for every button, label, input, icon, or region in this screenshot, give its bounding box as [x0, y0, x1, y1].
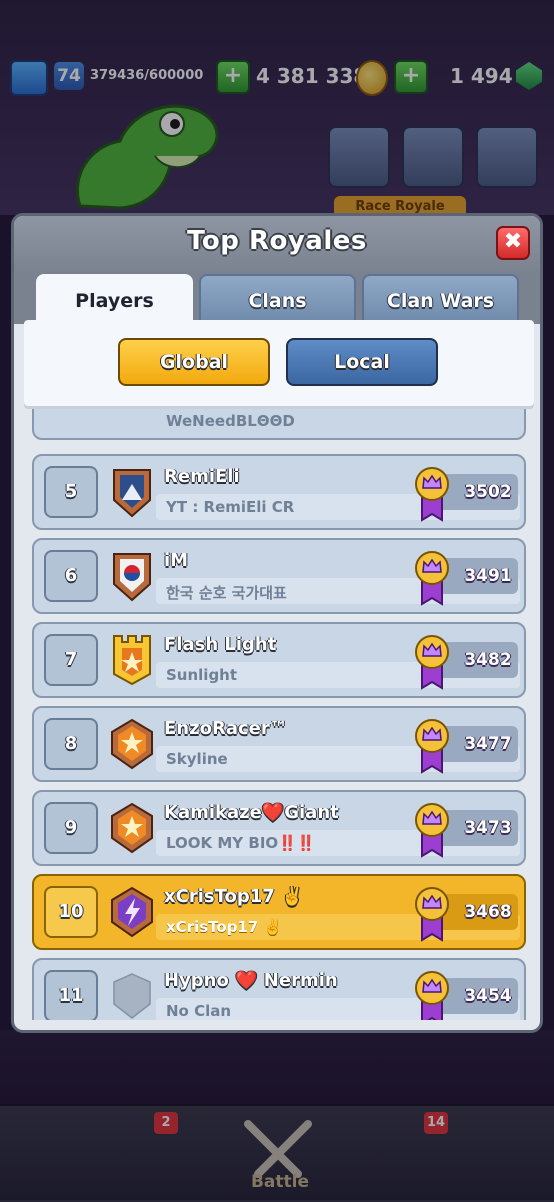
modal-title: Top Royales	[187, 226, 367, 256]
trophy-count: 3502	[464, 482, 512, 502]
player-name: iM	[164, 550, 189, 571]
region-filter-panel: Global Local	[24, 320, 534, 406]
rank-number: 9	[44, 802, 98, 854]
table-row[interactable]: 7 Flash Light Sunlight 3482	[32, 622, 526, 698]
leaderboard-list[interactable]: WeNeedBLΘΘD 5 RemiEli YT : RemiEli CR 35…	[24, 408, 534, 1020]
tab-clan-wars[interactable]: Clan Wars	[362, 274, 519, 324]
top-royales-modal: Top Royales ✖ Players Clans Clan Wars We…	[11, 213, 543, 1033]
table-row[interactable]: 11 Hypno ❤️ Nermin No Clan 3454	[32, 958, 526, 1020]
table-row[interactable]: 5 RemiEli YT : RemiEli CR 3502	[32, 454, 526, 530]
player-name: Kamikaze❤️Giant	[164, 802, 339, 823]
table-row[interactable]: 10 xCrisTop17 ✌️ xCrisTop17 ✌️ 3468	[32, 874, 526, 950]
trophy-count: 3482	[464, 650, 512, 670]
trophy-count: 3454	[464, 986, 512, 1006]
blue-mountain-badge-icon	[113, 469, 151, 518]
table-row[interactable]: 9 Kamikaze❤️Giant LOOK MY BIO‼️‼️ 3473	[32, 790, 526, 866]
player-name: Flash Light	[164, 634, 277, 655]
crown-medal-icon	[415, 971, 449, 1020]
table-row[interactable]: 6 iM 한국 순호 국가대표 3491	[32, 538, 526, 614]
local-filter-button[interactable]: Local	[286, 338, 438, 386]
clan-name: LOOK MY BIO‼️‼️	[166, 834, 316, 852]
rank-number: 7	[44, 634, 98, 686]
crown-medal-icon	[415, 803, 449, 858]
korea-flag-badge-icon	[113, 553, 151, 602]
trophy-count: 3477	[464, 734, 512, 754]
player-name: Hypno ❤️ Nermin	[164, 970, 338, 991]
crown-medal-icon	[415, 467, 449, 522]
clan-name: WeNeedBLΘΘD	[166, 412, 295, 430]
table-row[interactable]: WeNeedBLΘΘD	[32, 408, 526, 440]
rank-number: 8	[44, 718, 98, 770]
orange-star-badge-icon	[111, 718, 153, 770]
rank-number: 10	[44, 886, 98, 938]
gold-tower-badge-icon	[113, 635, 151, 686]
player-name: RemiEli	[164, 466, 240, 487]
clan-name: 한국 순호 국가대표	[166, 584, 287, 602]
modal-header: Top Royales ✖	[14, 216, 540, 274]
clan-name: No Clan	[166, 1002, 232, 1020]
tab-clans[interactable]: Clans	[199, 274, 356, 324]
rank-number: 11	[44, 970, 98, 1020]
tab-bar: Players Clans Clan Wars	[14, 274, 540, 328]
rank-number: 6	[44, 550, 98, 602]
close-button[interactable]: ✖	[496, 226, 530, 260]
crown-medal-icon	[415, 551, 449, 606]
crown-medal-icon	[415, 887, 449, 942]
trophy-count: 3491	[464, 566, 512, 586]
clan-name: Skyline	[166, 750, 228, 768]
player-name: xCrisTop17 ✌️	[164, 886, 304, 907]
rank-number: 5	[44, 466, 98, 518]
global-filter-button[interactable]: Global	[118, 338, 270, 386]
table-row[interactable]: 8 EnzoRacer™ Skyline 3477	[32, 706, 526, 782]
crown-medal-icon	[415, 719, 449, 774]
clan-name: xCrisTop17 ✌️	[166, 918, 283, 936]
player-name: EnzoRacer™	[164, 718, 288, 739]
clan-name: Sunlight	[166, 666, 238, 684]
purple-bolt-badge-icon	[111, 886, 153, 938]
trophy-count: 3473	[464, 818, 512, 838]
crown-medal-icon	[415, 635, 449, 690]
clan-name: YT : RemiEli CR	[166, 498, 295, 516]
trophy-count: 3468	[464, 902, 512, 922]
orange-star-badge-icon	[111, 802, 153, 854]
empty-shield-badge-icon	[113, 973, 151, 1019]
